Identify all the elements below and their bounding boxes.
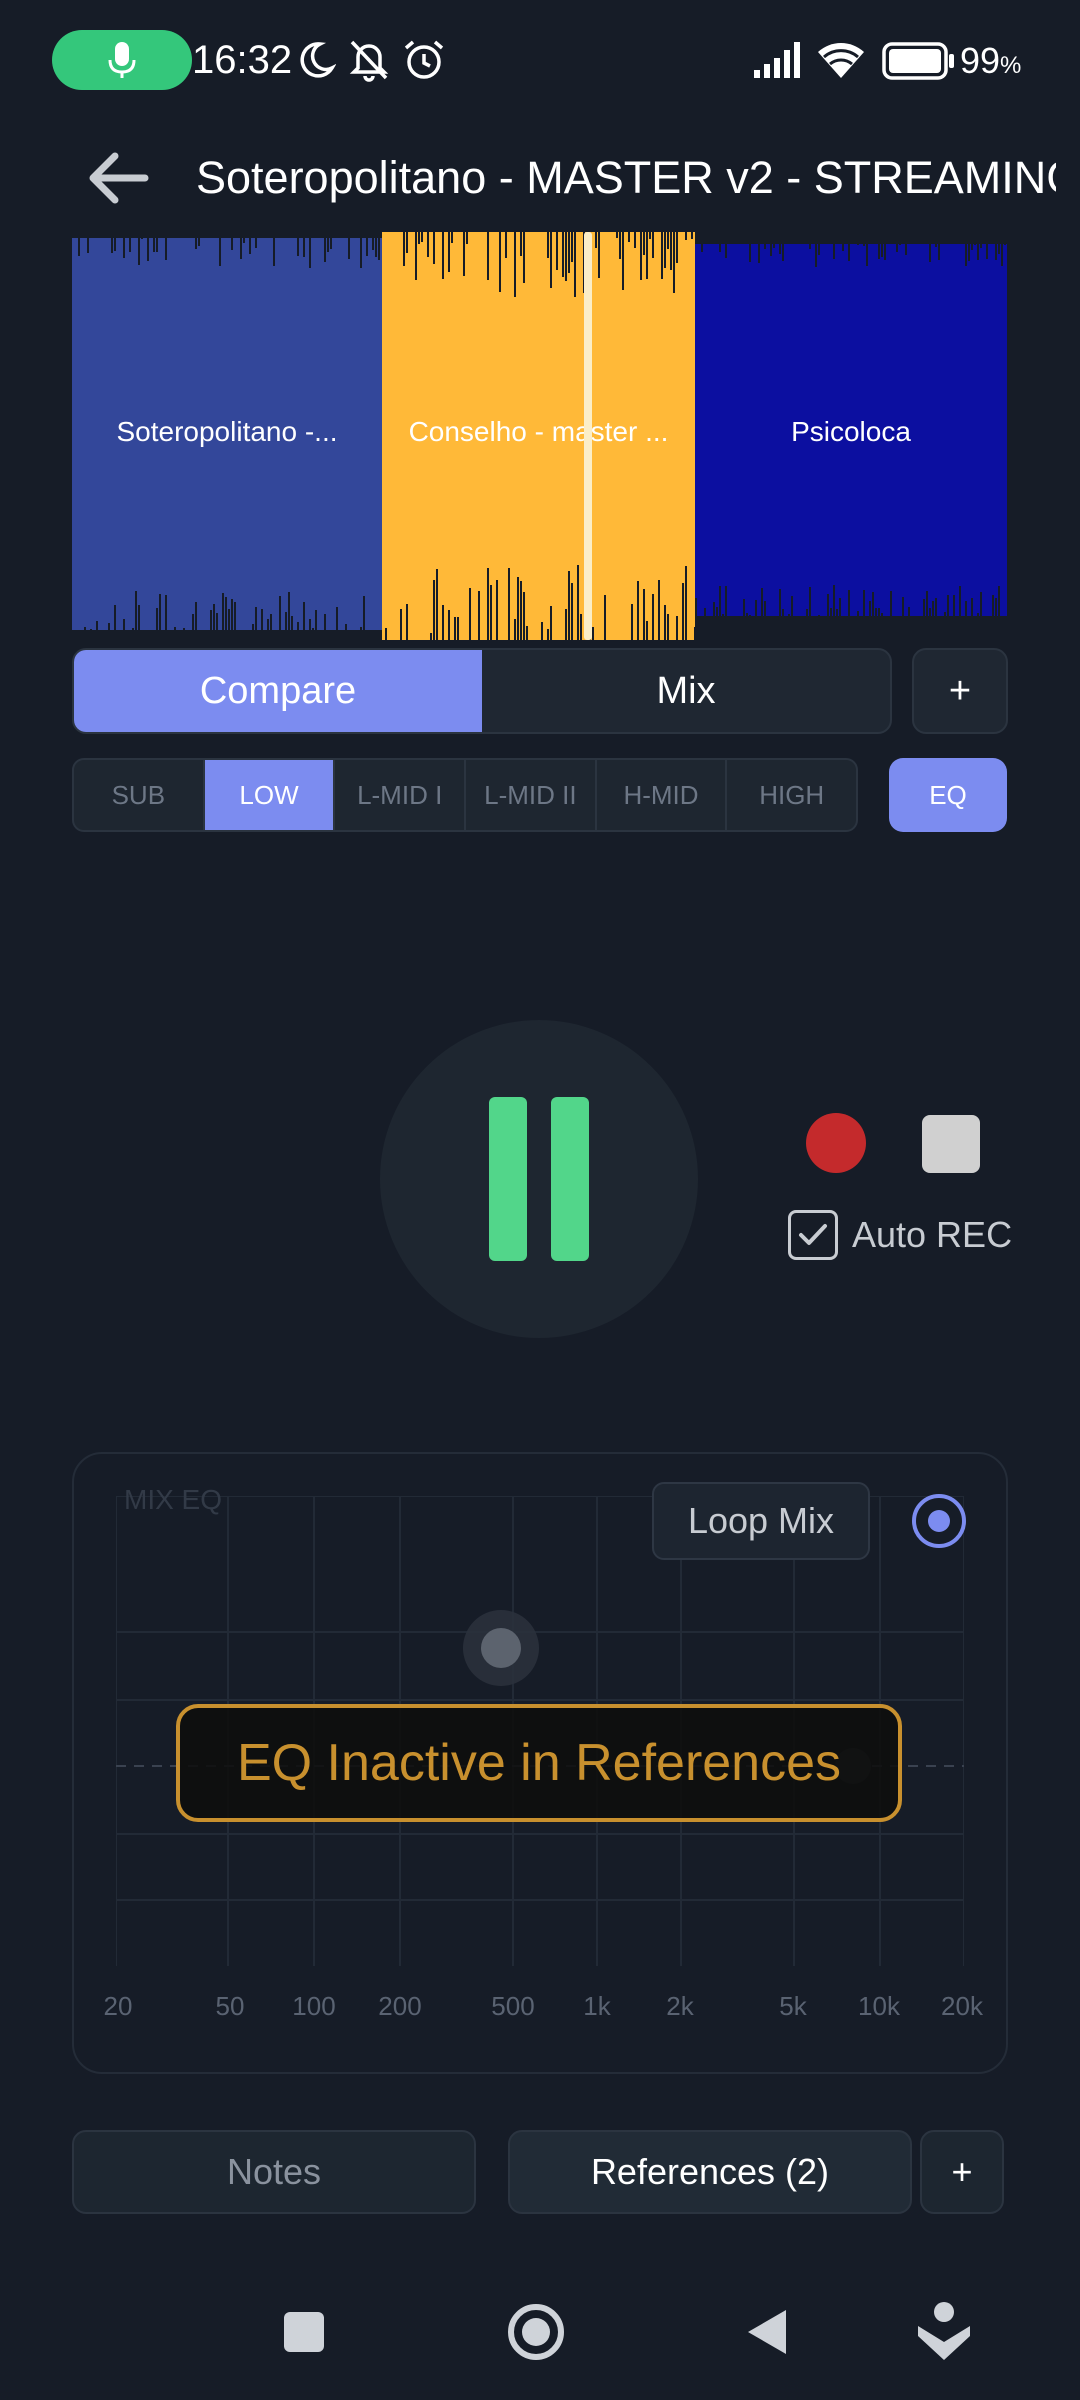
play-pause-button[interactable] — [380, 1020, 698, 1338]
mic-indicator[interactable] — [52, 30, 192, 90]
band-low[interactable]: LOW — [204, 760, 336, 830]
eq-title: MIX EQ — [124, 1484, 223, 1515]
band-selector: SUB LOW L-MID I L-MID II H-MID HIGH — [72, 758, 858, 832]
freq-label: 50 — [215, 1991, 245, 2021]
freq-label: 1k — [583, 1991, 611, 2021]
freq-label: 20k — [941, 1991, 983, 2021]
tab-references[interactable]: References (2) — [508, 2130, 912, 2214]
playhead[interactable] — [584, 232, 592, 640]
add-reference-button[interactable]: + — [920, 2130, 1004, 2214]
mic-icon — [108, 42, 136, 78]
eq-toggle-button[interactable]: EQ — [889, 758, 1007, 832]
band-high[interactable]: HIGH — [727, 760, 856, 830]
battery-percent: 99% — [960, 40, 1022, 81]
loop-mix-button[interactable]: Loop Mix — [652, 1482, 870, 1560]
freq-label: 200 — [378, 1991, 422, 2021]
band-l-mid-i[interactable]: L-MID I — [335, 760, 467, 830]
record-button[interactable] — [806, 1113, 866, 1173]
assistant-icon[interactable] — [916, 2300, 972, 2362]
waveform-segment-2[interactable]: Conselho - master ... — [382, 232, 695, 640]
freq-label: 10k — [858, 1991, 900, 2021]
waveform-segment-3[interactable]: Psicoloca — [695, 232, 1007, 640]
eq-inactive-banner: EQ Inactive in References — [176, 1704, 902, 1822]
waveform-segment-1[interactable]: Soteropolitano -... — [72, 232, 382, 640]
segment-label-1: Soteropolitano -... — [116, 416, 338, 447]
moon-icon — [300, 42, 336, 78]
page-title: Soteropolitano - MASTER v2 - STREAMING — [196, 152, 1056, 203]
eq-radio-button[interactable] — [912, 1494, 966, 1548]
checkmark-icon — [799, 1224, 827, 1245]
tab-compare[interactable]: Compare — [74, 650, 482, 732]
band-sub[interactable]: SUB — [74, 760, 205, 830]
band-l-mid-ii[interactable]: L-MID II — [466, 760, 597, 830]
arrow-left-icon — [89, 152, 149, 204]
back-nav-icon[interactable] — [744, 2306, 790, 2358]
back-button[interactable] — [80, 145, 156, 211]
bell-off-icon — [349, 40, 389, 82]
stop-button[interactable] — [922, 1115, 980, 1173]
battery-icon — [882, 42, 954, 80]
home-icon[interactable] — [506, 2302, 566, 2362]
mode-toggle: Compare Mix — [72, 648, 892, 734]
tab-notes[interactable]: Notes — [72, 2130, 476, 2214]
freq-label: 500 — [491, 1991, 535, 2021]
alarm-icon — [404, 40, 444, 79]
pause-icon-bar-left — [489, 1097, 527, 1261]
status-time: 16:32 — [192, 38, 293, 82]
auto-rec-checkbox[interactable] — [788, 1210, 838, 1260]
freq-label: 100 — [292, 1991, 336, 2021]
signal-icon — [754, 42, 800, 78]
wifi-icon — [818, 43, 864, 78]
pause-icon-bar-right — [551, 1097, 589, 1261]
recents-icon[interactable] — [282, 2310, 326, 2354]
radio-dot — [928, 1510, 950, 1532]
segment-label-2: Conselho - master ... — [408, 416, 669, 447]
freq-label: 2k — [666, 1991, 694, 2021]
waveform-timeline[interactable]: Soteropolitano -... Conselho - master ..… — [72, 232, 1007, 640]
tab-mix[interactable]: Mix — [482, 650, 890, 732]
add-track-button[interactable]: + — [912, 648, 1008, 734]
auto-rec-label: Auto REC — [852, 1214, 1013, 1255]
freq-label: 5k — [779, 1991, 807, 2021]
band-h-mid[interactable]: H-MID — [597, 760, 728, 830]
segment-label-3: Psicoloca — [791, 416, 911, 447]
freq-label: 20 — [103, 1991, 133, 2021]
